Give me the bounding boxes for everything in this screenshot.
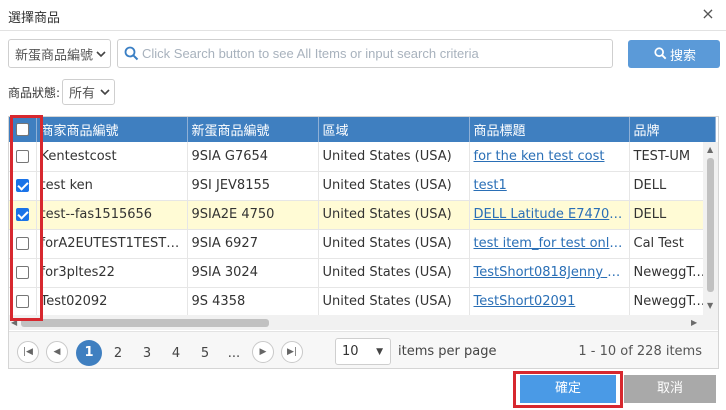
item-title-link[interactable]: for the ken test cost: [469, 142, 630, 172]
seller-sku-cell: Kentestcost: [36, 142, 188, 172]
seller-sku-cell: Test02092: [36, 287, 188, 317]
search-input[interactable]: [142, 43, 606, 64]
row-checkbox[interactable]: [15, 149, 29, 163]
search-icon: [124, 46, 139, 61]
scroll-up-icon[interactable]: ▲: [707, 146, 713, 154]
region-cell: United States (USA): [318, 258, 470, 288]
item-number-cell: 9SIA 3024: [187, 258, 319, 288]
table-row[interactable]: Kentestcost 9SIA G7654 United States (USA)…: [9, 142, 716, 172]
item-table: 商家商品編號 新蛋商品編號 區域 商品標題 品牌 Kentestcost 9SIA…: [9, 117, 716, 317]
vertical-scroll-thumb[interactable]: [707, 158, 714, 292]
page-ellipsis[interactable]: ...: [221, 341, 247, 367]
row-checkbox-cell[interactable]: [9, 258, 37, 288]
column-header[interactable]: 商家商品編號: [36, 117, 188, 142]
item-title-link[interactable]: TestShort0818Jenny Up...: [469, 258, 630, 288]
confirm-button[interactable]: 確定: [520, 375, 616, 403]
row-checkbox[interactable]: [15, 295, 29, 308]
seller-sku-cell: test--fas1515656: [36, 200, 188, 230]
last-page-icon[interactable]: ▶|: [281, 341, 303, 363]
select-all-cell[interactable]: [9, 117, 37, 142]
region-cell: United States (USA): [318, 142, 470, 172]
pager: |◀ ◀ 1 2 3 4 5 ... ▶ ▶| 10 ▼ items per p…: [9, 331, 718, 368]
page-number[interactable]: 2: [105, 341, 131, 367]
prev-page-icon[interactable]: ◀: [46, 341, 68, 363]
item-number-cell: 9S 4358: [187, 287, 319, 317]
page-number[interactable]: 4: [163, 341, 189, 367]
column-header[interactable]: 新蛋商品編號: [187, 117, 319, 142]
item-range: 1 - 10 of 228 items: [578, 344, 702, 359]
item-grid: 商家商品編號 新蛋商品編號 區域 商品標題 品牌 Kentestcost 9SIA…: [8, 116, 719, 369]
next-page-icon[interactable]: ▶: [252, 341, 274, 363]
row-checkbox[interactable]: [15, 179, 29, 192]
seller-sku-cell: test ken: [36, 171, 188, 201]
page-number[interactable]: 3: [134, 341, 160, 367]
item-title-link[interactable]: DELL Latitude E7470 14...: [469, 200, 630, 230]
scroll-left-icon[interactable]: ◀: [11, 319, 17, 327]
page-size-value: 10: [342, 344, 359, 359]
column-header[interactable]: 商品標題: [469, 117, 630, 142]
search-icon: [654, 47, 667, 60]
status-label: 商品狀態:: [8, 86, 61, 100]
row-checkbox[interactable]: [15, 237, 29, 250]
search-button[interactable]: 搜索: [628, 40, 720, 68]
page-number[interactable]: 5: [192, 341, 218, 367]
first-page-icon[interactable]: |◀: [17, 341, 39, 363]
horizontal-scrollbar[interactable]: ◀ ▶: [9, 315, 718, 330]
region-cell: United States (USA): [318, 287, 470, 317]
row-checkbox-cell[interactable]: [9, 200, 37, 230]
seller-sku-cell: for3pltes22: [36, 258, 188, 288]
dialog-titlebar: 選擇商品 ×: [0, 0, 726, 31]
item-number-cell: 9SIA G7654: [187, 142, 319, 172]
cancel-button[interactable]: 取消: [624, 375, 716, 403]
table-header-row: 商家商品編號 新蛋商品編號 區域 商品標題 品牌: [9, 117, 716, 142]
region-cell: United States (USA): [318, 229, 470, 259]
status-select-value: 所有: [69, 86, 96, 102]
row-checkbox[interactable]: [15, 208, 29, 221]
region-cell: United States (USA): [318, 200, 470, 230]
item-title-link[interactable]: TestShort02091: [469, 287, 630, 317]
row-checkbox-cell[interactable]: [9, 229, 37, 259]
page-size-select[interactable]: 10 ▼: [335, 338, 391, 365]
scroll-right-icon[interactable]: ▶: [691, 319, 697, 327]
region-cell: United States (USA): [318, 171, 470, 201]
field-select-value: 新蛋商品編號: [15, 48, 94, 63]
table-row[interactable]: test--fas1515656 9SIA2E 4750 United States…: [9, 200, 716, 230]
row-checkbox-cell[interactable]: [9, 142, 37, 172]
seller-sku-cell: forA2EUTEST1TEST001: [36, 229, 188, 259]
caret-down-icon: ▼: [376, 347, 383, 357]
chevron-down-icon: [96, 50, 106, 57]
chevron-down-icon: [100, 89, 110, 96]
status-select[interactable]: 所有: [62, 79, 115, 105]
table-row[interactable]: Test02092 9S 4358 United States (USA) TestS…: [9, 287, 716, 317]
select-all-checkbox[interactable]: [15, 123, 29, 136]
row-checkbox[interactable]: [15, 266, 29, 279]
column-header[interactable]: 品牌: [629, 117, 716, 142]
search-box: [117, 39, 613, 68]
search-button-label: 搜索: [670, 49, 697, 64]
column-header[interactable]: 區域: [318, 117, 470, 142]
item-title-link[interactable]: test item_for test only 0...: [469, 229, 630, 259]
scroll-down-icon[interactable]: ▼: [707, 302, 713, 310]
item-number-cell: 9SI JEV8155: [187, 171, 319, 201]
row-checkbox-cell[interactable]: [9, 287, 37, 317]
page-size-label: items per page: [398, 344, 497, 359]
item-number-cell: 9SIA 6927: [187, 229, 319, 259]
field-select[interactable]: 新蛋商品編號: [8, 39, 111, 68]
table-row[interactable]: forA2EUTEST1TEST001 9SIA 6927 United State…: [9, 229, 716, 259]
dialog-title: 選擇商品: [8, 11, 61, 26]
table-row[interactable]: for3pltes22 9SIA 3024 United States (USA) T…: [9, 258, 716, 288]
table-row[interactable]: test ken 9SI JEV8155 United States (USA) te…: [9, 171, 716, 201]
page-number-current[interactable]: 1: [76, 340, 102, 366]
close-icon[interactable]: ×: [700, 5, 716, 23]
vertical-scrollbar[interactable]: ▲ ▼: [703, 142, 718, 315]
item-title-link[interactable]: test1: [469, 171, 630, 201]
item-number-cell: 9SIA2E 4750: [187, 200, 319, 230]
horizontal-scroll-thumb[interactable]: [21, 319, 269, 327]
row-checkbox-cell[interactable]: [9, 171, 37, 201]
